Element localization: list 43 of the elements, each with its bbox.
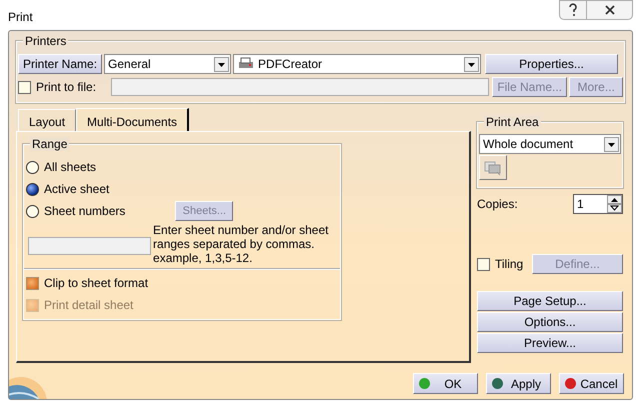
copies-label: Copies: xyxy=(477,197,518,211)
group-title: Printers xyxy=(23,34,68,48)
dialog-button[interactable]: Cancel xyxy=(559,373,624,394)
file-path-field[interactable] xyxy=(111,78,489,96)
group-title: Range xyxy=(30,137,70,151)
checkbox-label: Print detail sheet xyxy=(44,298,134,312)
print-to-file-checkbox[interactable] xyxy=(18,80,31,94)
help-icon xyxy=(567,3,579,17)
checkbox-label: Clip to sheet format xyxy=(44,276,148,290)
printer-name-dropdown[interactable]: General xyxy=(104,54,232,74)
pictures-icon xyxy=(484,160,502,176)
printer-name-button[interactable]: Printer Name: xyxy=(18,54,102,74)
help-button[interactable] xyxy=(559,0,587,20)
window-title: Print xyxy=(8,10,33,24)
close-icon xyxy=(604,4,616,16)
group-title: Print Area xyxy=(484,115,541,129)
radio-label: All sheets xyxy=(44,160,96,174)
side-button[interactable]: Preview... xyxy=(477,333,623,353)
side-button[interactable]: Page Setup... xyxy=(477,291,623,311)
print-area-dropdown[interactable]: Whole document xyxy=(479,134,621,154)
printer-icon xyxy=(237,57,256,71)
radio-label: Active sheet xyxy=(44,182,110,196)
checkbox[interactable] xyxy=(26,276,39,290)
hint-text: Enter sheet number and/or sheet ranges separated by commas. example, 1,3,5-12. xyxy=(153,223,330,265)
radio-label: Sheet numbers xyxy=(44,204,126,218)
radio-button[interactable] xyxy=(26,204,39,218)
spin-arrows-icon xyxy=(607,195,622,213)
properties-button[interactable]: Properties... xyxy=(485,54,618,74)
side-button[interactable]: Options... xyxy=(477,312,623,332)
radio-button[interactable] xyxy=(26,160,39,174)
checkbox-label: Print to file: xyxy=(36,80,96,94)
close-button[interactable] xyxy=(587,0,633,20)
tab[interactable]: Multi-Documents xyxy=(76,108,190,131)
select-area-button[interactable] xyxy=(479,155,507,180)
copies-spinner[interactable]: 1 xyxy=(573,194,623,214)
radio-button[interactable] xyxy=(26,182,39,196)
checkbox-label: Tiling xyxy=(495,257,524,271)
dialog-button[interactable]: Apply xyxy=(486,373,551,394)
sheet-numbers-field[interactable] xyxy=(28,237,152,255)
tiling-checkbox[interactable] xyxy=(477,258,490,270)
tab[interactable]: Layout xyxy=(18,109,76,131)
dialog-button[interactable]: OK xyxy=(413,373,478,394)
printer-dropdown[interactable]: PDFCreator xyxy=(233,54,482,74)
